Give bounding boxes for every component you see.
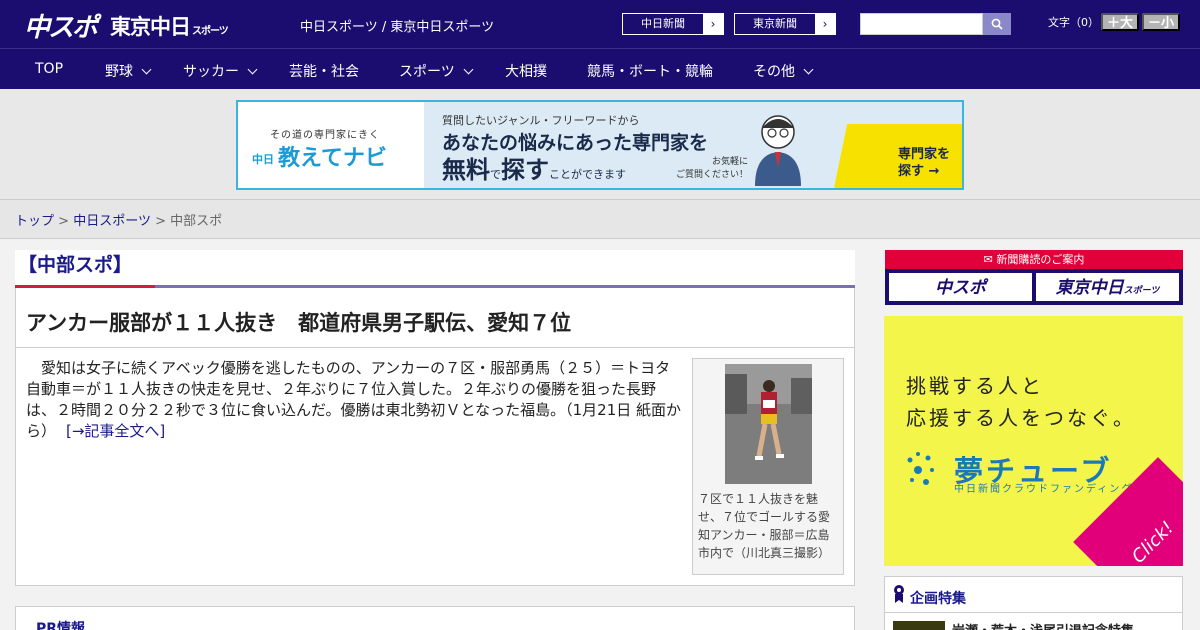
- nav-other-label: その他: [753, 64, 795, 80]
- tokyo-shimbun-label: 東京新聞: [753, 17, 797, 30]
- features-divider: [885, 612, 1182, 613]
- feature-item-link[interactable]: 岩瀬・荒木・浅尾引退記念特集: [952, 620, 1134, 630]
- article-body: 愛知は女子に続くアベック優勝を逃したものの、アンカーの７区・服部勇馬（２５）＝ト…: [26, 358, 684, 442]
- ribbon-icon: [894, 585, 904, 603]
- banner-cta-1: 専門家を: [898, 147, 951, 162]
- banner-cta: 専門家を探す →: [898, 146, 950, 180]
- nav-top-label: TOP: [35, 61, 64, 77]
- tokyo-chunichi-logo-text: 東京中日: [110, 15, 191, 39]
- font-larger-button[interactable]: ＋大: [1101, 13, 1139, 31]
- nav-entertainment[interactable]: 芸能・社会: [289, 61, 359, 81]
- banner-note: お気軽に ご質問ください！: [676, 156, 748, 182]
- chunichi-shimbun-label: 中日新聞: [641, 17, 685, 30]
- nav-soccer[interactable]: サッカー: [183, 61, 258, 81]
- chevron-down-icon: [141, 64, 152, 75]
- breadcrumb-separator: >: [155, 214, 166, 229]
- yume-ad-text: 挑戦する人と応援する人をつなぐ。: [906, 370, 1136, 434]
- font-smaller-button[interactable]: －小: [1142, 13, 1180, 31]
- yume-tube-subtitle: 中日新聞クラウドファンディング: [954, 484, 1134, 495]
- banner-line3-c: 探す: [501, 156, 549, 184]
- banner-line3: 無料で探すことができます: [442, 150, 626, 185]
- nav-top[interactable]: TOP: [35, 61, 63, 77]
- nav-sports-label: スポーツ: [399, 64, 455, 80]
- banner-note-2: ご質問ください！: [676, 170, 749, 180]
- search-button[interactable]: [983, 13, 1011, 35]
- banner-line1: 質問したいジャンル・フリーワードから: [442, 114, 640, 127]
- newspaper-icon: ✉: [983, 253, 997, 266]
- yume-dots-icon: [907, 452, 934, 485]
- photo-caption: ７区で１１人抜きを魅せ、７位でゴールする愛知アンカー・服部＝広島市内で（川北真三…: [698, 492, 831, 560]
- banner-brand-text: 教えてナビ: [278, 146, 387, 171]
- tokyo-chunichi-logo-small: スポーツ: [192, 26, 229, 37]
- banner-cta-2: 探す →: [898, 164, 940, 179]
- nav-entertainment-label: 芸能・社会: [289, 64, 359, 80]
- search-icon: [991, 18, 1003, 30]
- chuspo-logo[interactable]: 中スポ: [24, 7, 98, 44]
- subscription-header: ✉ 新聞購読のご案内: [885, 250, 1183, 269]
- article-photo[interactable]: [725, 364, 812, 484]
- feature-thumbnail[interactable]: [893, 621, 945, 630]
- banner-line3-d: ことができます: [549, 168, 626, 181]
- nav-other[interactable]: その他: [753, 61, 814, 81]
- pr-title: PR情報: [36, 621, 86, 630]
- chunichi-shimbun-link[interactable]: 中日新聞 ›: [622, 13, 724, 35]
- breadcrumb-separator: >: [58, 214, 70, 229]
- breadcrumb-chunichi-sports[interactable]: 中日スポーツ: [73, 214, 151, 229]
- banner-line3-a: 無料: [442, 156, 490, 184]
- yume-ad-line1: 挑戦する人と: [906, 374, 1044, 398]
- subscribe-chuspo-button[interactable]: 中スポ: [889, 273, 1032, 301]
- nav-racing-label: 競馬・ボート・競輪: [587, 64, 713, 80]
- chevron-down-icon: [463, 64, 474, 75]
- subscription-header-label: 新聞購読のご案内: [996, 253, 1085, 266]
- nav-baseball-label: 野球: [105, 64, 133, 80]
- banner-brand-small: 中日: [252, 153, 274, 166]
- banner-line3-b: で: [490, 168, 501, 181]
- article-headline: アンカー服部が１１人抜き 都道府県男子駅伝、愛知７位: [26, 311, 572, 335]
- nav-sumo[interactable]: 大相撲: [505, 61, 547, 81]
- nav-racing[interactable]: 競馬・ボート・競輪: [587, 61, 713, 81]
- headline-divider: [16, 347, 854, 348]
- main-nav: TOP 野球 サッカー 芸能・社会 スポーツ 大相撲 競馬・ボート・競輪 その他: [0, 48, 1200, 89]
- nav-baseball[interactable]: 野球: [105, 61, 152, 81]
- chevron-right-icon: ›: [703, 14, 723, 34]
- chevron-down-icon: [247, 64, 258, 75]
- yume-tube-ad[interactable]: 挑戦する人と 応援する人をつなぐ。 夢チューブ 中日新聞クラウドファンディング C…: [884, 316, 1183, 566]
- tokyo-chunichi-logo[interactable]: 東京中日 スポーツ: [110, 11, 229, 41]
- chevron-down-icon: [803, 64, 814, 75]
- nav-sumo-label: 大相撲: [505, 64, 547, 80]
- section-header: [15, 250, 855, 288]
- subscribe-tokyo-chunichi-label: 東京中日: [1055, 278, 1124, 298]
- search-input[interactable]: [860, 13, 983, 35]
- read-more-link[interactable]: [→記事全文へ]: [66, 422, 165, 440]
- banner-expert-illustration: [755, 115, 801, 186]
- features-title: 企画特集: [910, 591, 966, 607]
- site-names: 中日スポーツ / 東京中日スポーツ: [300, 20, 495, 35]
- subscribe-tokyo-chunichi-small: スポーツ: [1123, 286, 1160, 296]
- breadcrumb-current: 中部スポ: [170, 214, 223, 229]
- banner-brand: 中日 教えてナビ: [252, 140, 387, 172]
- chevron-right-icon: ›: [815, 14, 835, 34]
- nav-soccer-label: サッカー: [183, 64, 239, 80]
- font-size-label: 文字（0）: [1048, 16, 1099, 29]
- nav-sports[interactable]: スポーツ: [399, 61, 474, 81]
- tokyo-shimbun-link[interactable]: 東京新聞 ›: [734, 13, 836, 35]
- breadcrumb: トップ > 中日スポーツ > 中部スポ: [15, 210, 222, 229]
- banner-tagline: その道の専門家にきく: [270, 130, 380, 141]
- oshiete-navi-banner-ad[interactable]: その道の専門家にきく 中日 教えてナビ 質問したいジャンル・フリーワードから あな…: [236, 100, 964, 190]
- top-header: 中スポ 東京中日 スポーツ 中日スポーツ / 東京中日スポーツ 中日新聞 › 東京…: [0, 0, 1200, 48]
- breadcrumb-top[interactable]: トップ: [15, 214, 54, 229]
- subscribe-tokyo-chunichi-button[interactable]: 東京中日スポーツ: [1036, 273, 1179, 301]
- yume-ad-line2: 応援する人をつなぐ。: [906, 406, 1136, 430]
- section-title: 【中部スポ】: [18, 254, 133, 276]
- pr-box: [15, 606, 855, 630]
